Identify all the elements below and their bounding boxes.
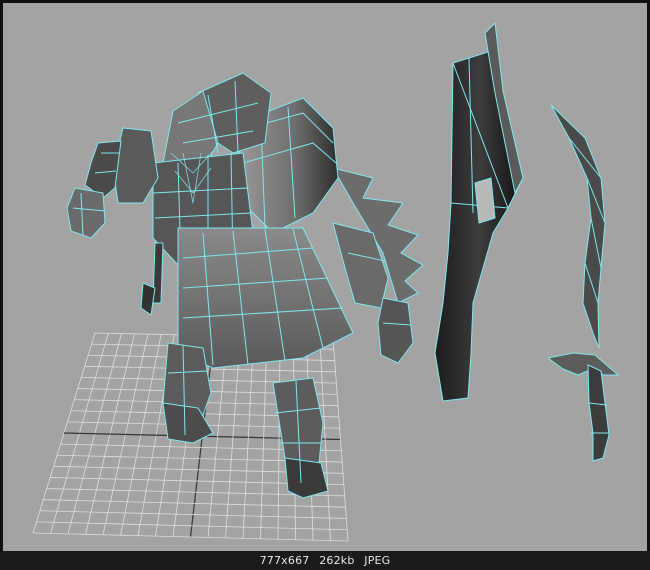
image-dimensions: 777x667	[259, 554, 310, 567]
image-format: JPEG	[364, 554, 391, 567]
image-filesize: 262kb	[319, 554, 355, 567]
3d-viewport[interactable]	[3, 3, 647, 551]
image-frame: 777x667 262kb JPEG	[0, 0, 650, 570]
viewport-canvas	[32, 22, 619, 542]
curved-sword-mesh	[547, 104, 619, 462]
scabbard-mesh	[434, 22, 524, 402]
image-info-bar: 777x667 262kb JPEG	[0, 551, 650, 570]
